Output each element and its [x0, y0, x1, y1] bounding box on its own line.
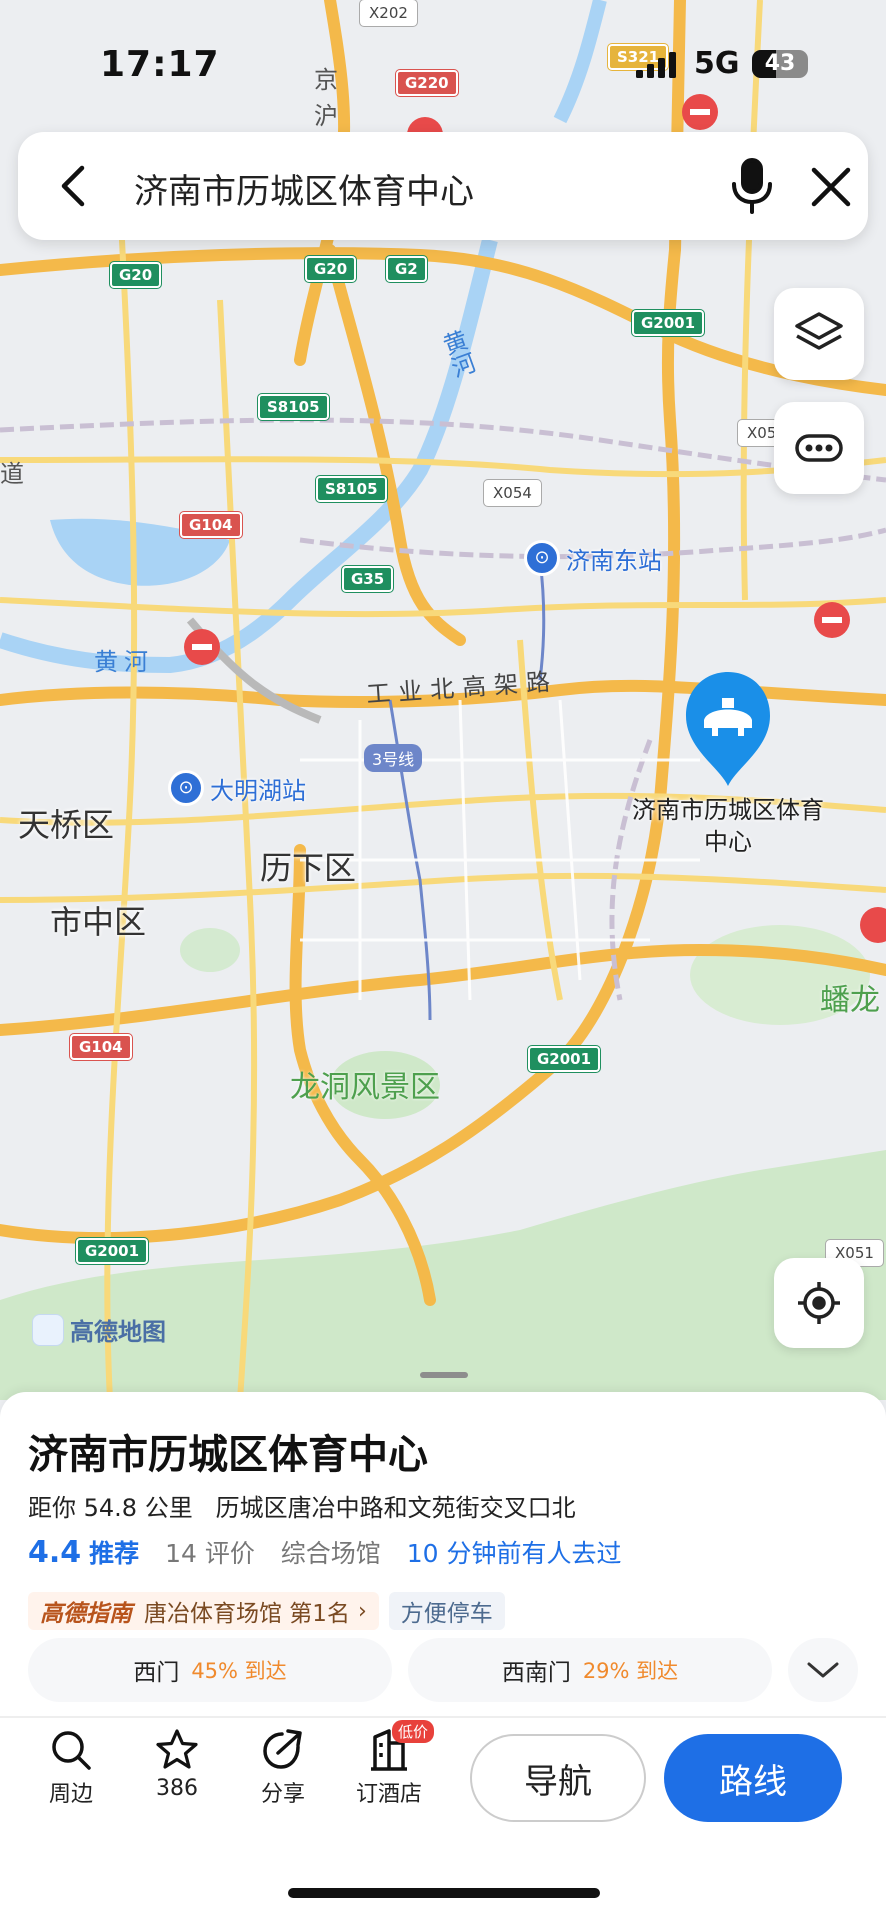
locate-icon — [798, 1282, 840, 1324]
gate-west[interactable]: 西门 45% 到达 — [28, 1638, 392, 1702]
rating-score: 4.4 — [28, 1535, 82, 1570]
road-badge: S8105 — [257, 393, 330, 421]
gate-name: 西南门 — [501, 1660, 571, 1686]
place-name: 济南市历城区体育中心 — [28, 1432, 428, 1478]
gate-arrival: 45% 到达 — [191, 1659, 287, 1683]
road-badge: G20 — [108, 261, 163, 289]
place-distance-address: 距你 54.8 公里 历城区唐冶中路和文苑街交叉口北 — [28, 1488, 576, 1523]
sheet-grabber[interactable] — [420, 1372, 468, 1378]
layers-icon — [795, 312, 843, 350]
road-badge: G20 — [303, 255, 358, 283]
navigate-button[interactable]: 导航 — [470, 1734, 646, 1822]
side-label-hu: 沪 — [314, 102, 338, 130]
road-badge: G2001 — [526, 1045, 602, 1073]
place-detail-sheet[interactable]: 济南市历城区体育中心 距你 54.8 公里 历城区唐冶中路和文苑街交叉口北 4.… — [0, 1392, 886, 1920]
amap-brand-text: 高德地图 — [70, 1318, 166, 1346]
expand-gates-button[interactable] — [788, 1638, 858, 1702]
battery-level: 43 — [764, 51, 796, 76]
pin-label[interactable]: 济南市历城区体育中心 — [628, 794, 828, 858]
favorite-count: 386 — [156, 1776, 198, 1801]
review-count[interactable]: 14 评价 — [165, 1539, 255, 1568]
network-type: 5G — [694, 46, 740, 81]
road-badge: G104 — [179, 511, 243, 539]
district-panlong-partial[interactable]: 蟠龙 — [820, 975, 880, 1019]
rating-row[interactable]: 4.4 推荐 14 评价 综合场馆 10 分钟前有人去过 — [28, 1534, 622, 1570]
share-icon — [263, 1729, 302, 1769]
place-category: 综合场馆 — [280, 1539, 381, 1568]
road-badge: G35 — [340, 565, 395, 593]
road-badge: G2 — [385, 255, 428, 283]
star-icon — [156, 1729, 198, 1769]
place-distance: 距你 54.8 公里 — [28, 1494, 193, 1522]
status-bar: 17:17 5G 43 — [0, 38, 886, 88]
road-badge: X202 — [359, 0, 418, 27]
scenic-longdong[interactable]: 龙洞风景区 — [290, 1062, 440, 1106]
search-icon — [52, 1731, 91, 1770]
search-query[interactable]: 济南市历城区体育中心 — [134, 164, 474, 213]
station-jinan-east[interactable]: ⊙ 济南东站 — [524, 540, 662, 576]
district-shizhong[interactable]: 市中区 — [50, 897, 146, 943]
home-indicator[interactable] — [288, 1888, 600, 1898]
amap-watermark: 高德地图 — [32, 1312, 166, 1347]
road-badge: G2001 — [630, 309, 706, 337]
road-badge: S8105 — [315, 475, 388, 503]
bottom-toolbar: 周边 386 分享 订酒店 低价 导航 路线 — [0, 1718, 886, 1828]
road-badge: X054 — [483, 479, 542, 507]
metro-line-3-badge[interactable]: 3号线 — [364, 744, 423, 772]
destination-pin[interactable] — [678, 668, 778, 788]
back-icon[interactable] — [50, 162, 98, 210]
battery-indicator: 43 — [752, 50, 808, 78]
gate-arrival: 29% 到达 — [582, 1659, 679, 1683]
station-label: 济南东站 — [566, 546, 662, 575]
more-button[interactable] — [774, 402, 864, 494]
rating-recommend: 推荐 — [89, 1539, 140, 1568]
nearby-button[interactable]: 周边 — [26, 1724, 116, 1808]
train-station-icon: ⊙ — [524, 540, 560, 576]
road-badge: G2001 — [74, 1237, 150, 1265]
microphone-icon[interactable] — [724, 156, 780, 216]
road-badge: G104 — [69, 1033, 133, 1061]
status-time: 17:17 — [100, 44, 220, 85]
side-label-dao: 道 — [0, 460, 24, 488]
amap-logo-icon — [32, 1313, 64, 1346]
chevron-right-icon: › — [357, 1598, 367, 1624]
district-tianqiao[interactable]: 天桥区 — [18, 800, 114, 846]
share-label: 分享 — [260, 1782, 305, 1807]
place-tags: 高德指南 唐冶体育场馆 第1名 › 方便停车 — [28, 1592, 505, 1630]
station-daminghu[interactable]: ⊙ 大明湖站 — [168, 770, 306, 806]
search-bar[interactable]: 济南市历城区体育中心 — [18, 132, 868, 240]
ranking-brand: 高德指南 — [40, 1601, 132, 1627]
signal-icon — [636, 52, 676, 78]
route-button[interactable]: 路线 — [664, 1734, 842, 1822]
share-button[interactable]: 分享 — [238, 1724, 328, 1808]
ranking-text: 唐冶体育场馆 第1名 — [144, 1601, 350, 1627]
close-icon[interactable] — [806, 162, 856, 212]
hotel-label: 订酒店 — [355, 1782, 422, 1807]
metro-station-icon: ⊙ — [168, 770, 204, 806]
entrance-list: 西门 45% 到达 西南门 29% 到达 — [28, 1638, 858, 1704]
station-label: 大明湖站 — [210, 776, 306, 805]
district-lixia[interactable]: 历下区 — [260, 843, 356, 889]
favorite-button[interactable]: 386 — [132, 1724, 222, 1801]
place-address: 历城区唐冶中路和文苑街交叉口北 — [215, 1494, 576, 1522]
gate-name: 西门 — [133, 1660, 180, 1686]
parking-tag: 方便停车 — [388, 1592, 505, 1630]
river-label-huanghe-1: 黄河 — [94, 648, 154, 676]
chevron-down-icon — [807, 1662, 839, 1678]
gate-southwest[interactable]: 西南门 29% 到达 — [408, 1638, 772, 1702]
more-icon — [795, 434, 843, 462]
locate-button[interactable] — [774, 1258, 864, 1348]
layers-button[interactable] — [774, 288, 864, 380]
nearby-label: 周边 — [48, 1782, 93, 1807]
low-price-badge: 低价 — [392, 1720, 435, 1743]
ranking-tag[interactable]: 高德指南 唐冶体育场馆 第1名 › — [28, 1592, 379, 1630]
recent-visit: 10 分钟前有人去过 — [406, 1539, 622, 1568]
